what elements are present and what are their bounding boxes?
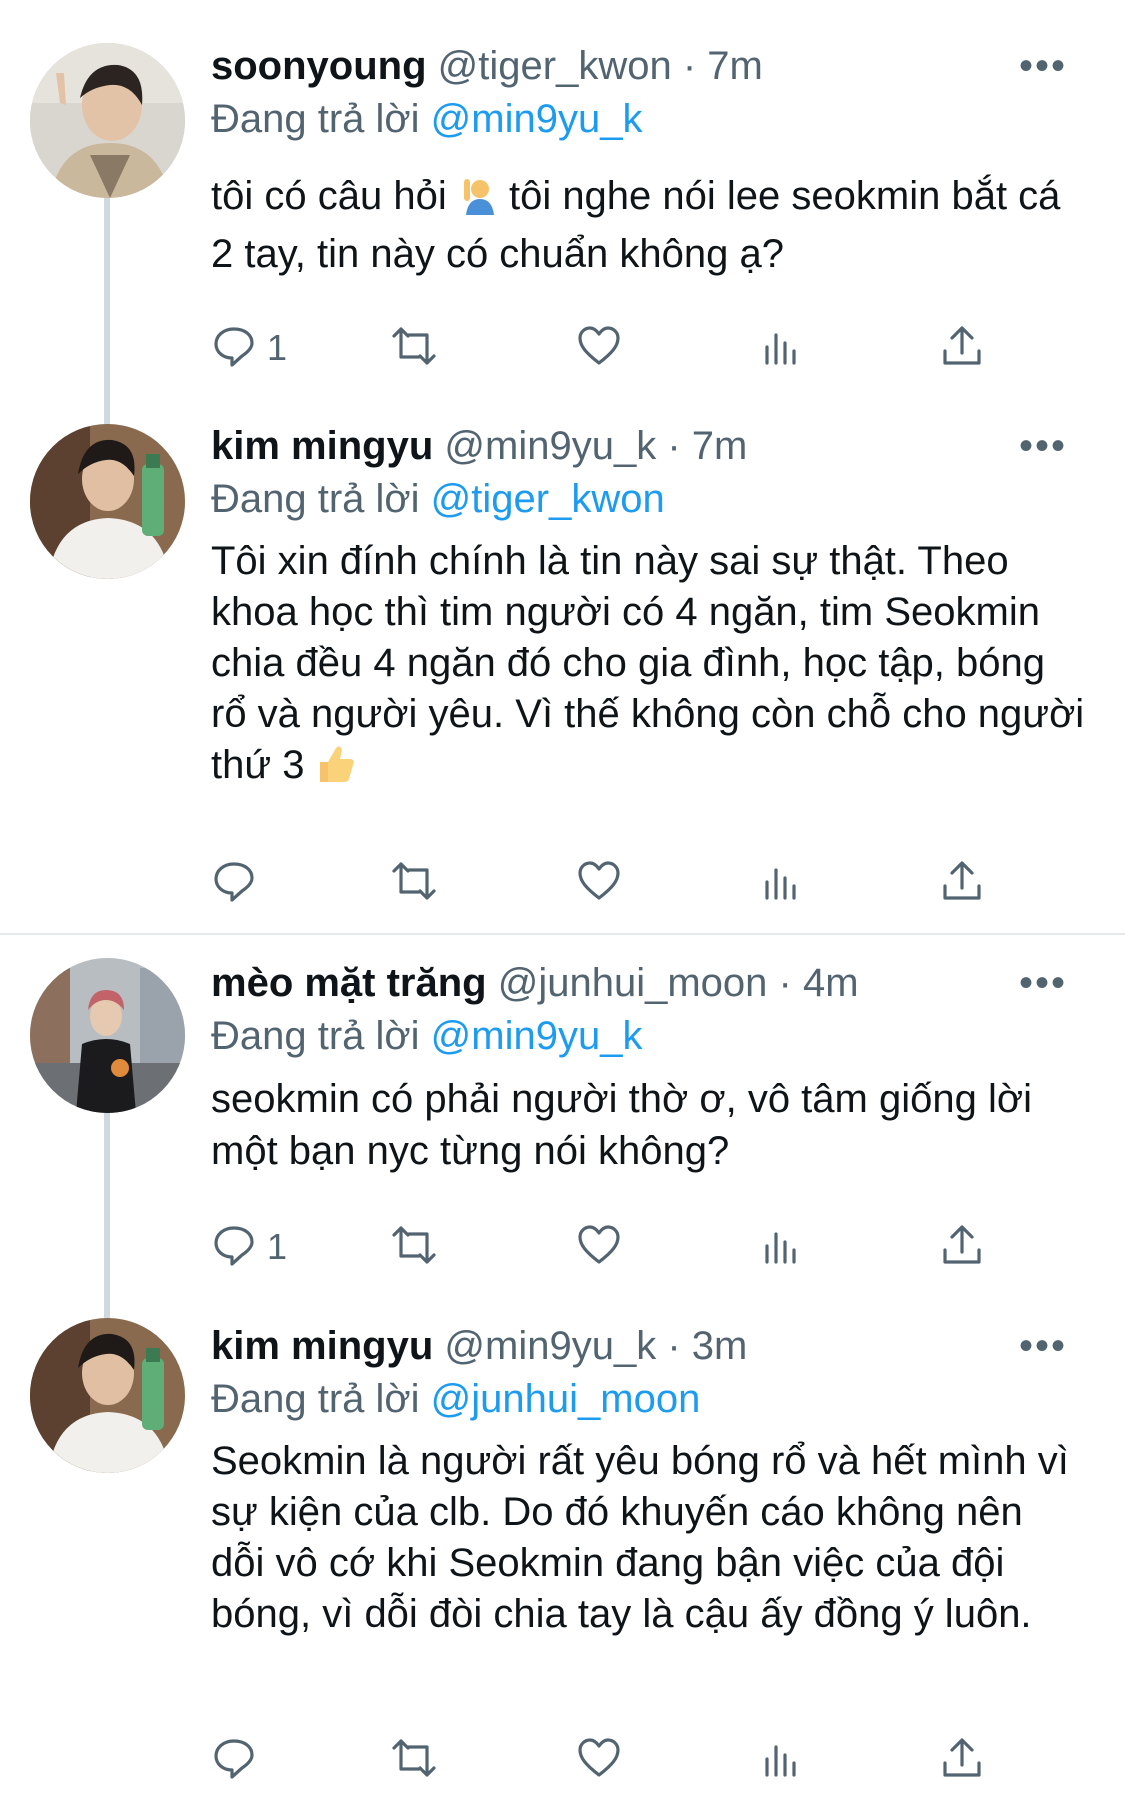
timestamp[interactable]: 3m <box>692 1324 748 1368</box>
share-button[interactable] <box>939 1730 985 1790</box>
retweet-button[interactable] <box>391 318 437 378</box>
reply-icon <box>211 1735 257 1786</box>
tweet-text: tôi có câu hỏi tôi nghe nói lee seokmin … <box>211 170 1085 280</box>
author-name[interactable]: kim mingyu <box>211 1324 433 1368</box>
share-icon <box>939 1222 985 1273</box>
retweet-button[interactable] <box>391 1730 437 1790</box>
reply-icon <box>211 323 257 374</box>
analytics-button[interactable] <box>759 853 805 913</box>
reply-button[interactable]: 1 <box>211 318 287 378</box>
share-button[interactable] <box>939 318 985 378</box>
timestamp[interactable]: 7m <box>692 424 748 468</box>
reply-button[interactable] <box>211 853 267 913</box>
reply-icon <box>211 1222 257 1273</box>
reply-button[interactable]: 1 <box>211 1217 287 1277</box>
thread-line <box>104 190 110 425</box>
author-handle[interactable]: @min9yu_k <box>444 1324 656 1368</box>
share-button[interactable] <box>939 1217 985 1277</box>
retweet-icon <box>391 1735 437 1786</box>
replying-to-label: Đang trả lời <box>211 477 420 521</box>
author-handle[interactable]: @junhui_moon <box>498 961 768 1005</box>
reply-mention-link[interactable]: @junhui_moon <box>431 1377 701 1421</box>
avatar[interactable] <box>30 958 185 1113</box>
reply-count: 1 <box>267 327 288 368</box>
like-button[interactable] <box>576 1217 622 1277</box>
separator: · <box>778 961 792 1005</box>
tweet-text-part: Seokmin là người rất yêu bóng rổ và hết … <box>211 1439 1069 1636</box>
thumbs-up-emoji <box>316 742 356 797</box>
replying-to-label: Đang trả lời <box>211 97 420 141</box>
analytics-icon <box>759 1735 805 1786</box>
like-icon <box>576 858 622 909</box>
share-icon <box>939 858 985 909</box>
tweet-text-part: seokmin có phải người thờ ơ, vô tâm giốn… <box>211 1077 1032 1173</box>
reply-mention-link[interactable]: @min9yu_k <box>431 1014 643 1058</box>
share-icon <box>939 323 985 374</box>
tweet-text: seokmin có phải người thờ ơ, vô tâm giốn… <box>211 1073 1085 1177</box>
avatar[interactable] <box>30 424 185 579</box>
reply-mention-link[interactable]: @min9yu_k <box>431 97 643 141</box>
person-raising-hand-emoji <box>458 175 498 228</box>
author-name[interactable]: kim mingyu <box>211 424 433 468</box>
analytics-icon <box>759 858 805 909</box>
timestamp[interactable]: 4m <box>803 961 859 1005</box>
retweet-icon <box>391 1222 437 1273</box>
retweet-icon <box>391 858 437 909</box>
like-icon <box>576 1222 622 1273</box>
more-options-icon[interactable]: ••• <box>1019 1318 1067 1374</box>
replying-to-label: Đang trả lời <box>211 1377 420 1421</box>
separator: · <box>682 44 697 88</box>
separator: · <box>667 424 681 468</box>
retweet-icon <box>391 323 437 374</box>
author-handle[interactable]: @min9yu_k <box>444 424 656 468</box>
retweet-button[interactable] <box>391 1217 437 1277</box>
avatar[interactable] <box>30 43 185 198</box>
analytics-button[interactable] <box>759 318 805 378</box>
more-options-icon[interactable]: ••• <box>1019 955 1067 1011</box>
retweet-button[interactable] <box>391 853 437 913</box>
share-icon <box>939 1735 985 1786</box>
share-button[interactable] <box>939 853 985 913</box>
avatar[interactable] <box>30 1318 185 1473</box>
reply-button[interactable] <box>211 1730 267 1790</box>
analytics-icon <box>759 323 805 374</box>
author-name[interactable]: soonyoung <box>211 44 427 88</box>
divider <box>0 933 1125 935</box>
like-icon <box>576 323 622 374</box>
author-name[interactable]: mèo mặt trăng <box>211 961 487 1005</box>
analytics-icon <box>759 1222 805 1273</box>
thread-line <box>104 1108 110 1318</box>
timestamp[interactable]: 7m <box>707 44 763 88</box>
reply-mention-link[interactable]: @tiger_kwon <box>431 477 665 521</box>
like-button[interactable] <box>576 318 622 378</box>
separator: · <box>667 1324 681 1368</box>
tweet-text-part: tôi có câu hỏi <box>211 174 447 218</box>
tweet-text: Tôi xin đính chính là tin này sai sự thậ… <box>211 536 1085 797</box>
analytics-button[interactable] <box>759 1730 805 1790</box>
replying-to-label: Đang trả lời <box>211 1014 420 1058</box>
like-button[interactable] <box>576 853 622 913</box>
more-options-icon[interactable]: ••• <box>1019 38 1067 94</box>
reply-icon <box>211 858 257 909</box>
analytics-button[interactable] <box>759 1217 805 1277</box>
like-icon <box>576 1735 622 1786</box>
like-button[interactable] <box>576 1730 622 1790</box>
author-handle[interactable]: @tiger_kwon <box>438 44 672 88</box>
more-options-icon[interactable]: ••• <box>1019 418 1067 474</box>
reply-count: 1 <box>267 1226 288 1267</box>
tweet-text: Seokmin là người rất yêu bóng rổ và hết … <box>211 1436 1085 1640</box>
